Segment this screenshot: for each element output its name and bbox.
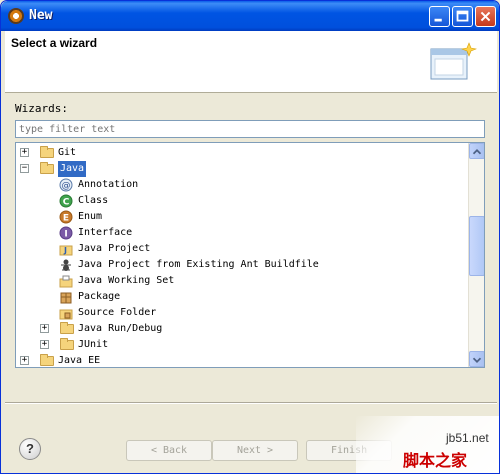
close-button[interactable] [475, 6, 496, 27]
tree-item[interactable]: + Java Run/Debug [16, 321, 466, 337]
interface-icon: I [59, 226, 73, 240]
tree-item[interactable]: − Java [16, 161, 466, 177]
wizard-tree[interactable]: + Git − Java @ Annotation C Class E Enum I Interfac… [15, 142, 485, 368]
working-set-icon [59, 275, 73, 288]
class-icon: C [59, 194, 73, 208]
svg-text:@: @ [62, 181, 71, 191]
folder-open-icon [40, 162, 54, 174]
wizards-label: Wizards: [15, 102, 68, 115]
svg-text:J: J [63, 246, 67, 255]
page-title: Select a wizard [11, 36, 98, 50]
new-wizard-icon [430, 42, 477, 80]
tree-item-label: Annotation [78, 179, 139, 190]
tree-item-label: Java EE [58, 355, 101, 366]
svg-text:C: C [63, 198, 70, 208]
tree-item-label: JUnit [78, 339, 109, 350]
tree-item-label: Java Run/Debug [78, 323, 163, 334]
tree-item-label: Source Folder [78, 307, 157, 318]
tree-item-label: Class [78, 195, 109, 206]
expand-icon[interactable]: + [40, 340, 49, 349]
enum-icon: E [59, 210, 73, 224]
tree-item-label: Java Working Set [78, 275, 175, 286]
collapse-icon[interactable]: − [20, 164, 29, 173]
help-button[interactable]: ? [19, 438, 41, 460]
tree-item[interactable]: I Interface [16, 225, 466, 241]
expand-icon[interactable]: + [20, 356, 29, 365]
tree-item-label: Java [58, 161, 87, 177]
source-folder-icon [59, 309, 73, 320]
scroll-down-button[interactable] [469, 351, 484, 367]
tree-item-label: Interface [78, 227, 133, 238]
watermark-site: jb51.net [446, 431, 489, 445]
expand-icon[interactable]: + [40, 324, 49, 333]
tree-item[interactable]: + JUnit [16, 337, 466, 353]
folder-icon [40, 146, 54, 158]
wizard-header: Select a wizard [5, 31, 497, 93]
separator [5, 402, 497, 404]
svg-text:I: I [64, 230, 67, 240]
svg-text:E: E [63, 214, 69, 224]
tree-item-label: Package [78, 291, 121, 302]
tree-item[interactable]: + Git [16, 145, 466, 161]
folder-icon [60, 322, 74, 334]
package-icon [60, 292, 72, 304]
chevron-up-icon [472, 149, 482, 155]
scroll-up-button[interactable] [469, 143, 484, 159]
folder-icon [40, 354, 54, 366]
new-wizard-dialog: New Select a wizard Wizards: + Git − Java @ A… [0, 0, 500, 474]
tree-item[interactable]: E Enum [16, 209, 466, 225]
tree-item[interactable]: + Java EE [16, 353, 466, 367]
tree-item[interactable]: Package [16, 289, 466, 305]
next-button[interactable]: Next > [212, 440, 298, 461]
annotation-icon: @ [59, 178, 73, 192]
tree-item-label: Java Project [78, 243, 151, 254]
watermark-text: 脚本之家 [403, 451, 468, 470]
eclipse-icon [8, 8, 24, 24]
maximize-button[interactable] [452, 6, 473, 27]
tree-item-label: Enum [78, 211, 103, 222]
filter-input[interactable] [15, 120, 485, 138]
tree-item[interactable]: J Java Project [16, 241, 466, 257]
maximize-icon [456, 10, 469, 22]
java-project-icon: J [59, 245, 73, 256]
tree-item[interactable]: C Class [16, 193, 466, 209]
tree-item[interactable]: @ Annotation [16, 177, 466, 193]
tree-item-label: Git [58, 147, 77, 158]
folder-icon [60, 338, 74, 350]
vertical-scrollbar[interactable] [468, 143, 484, 367]
ant-icon [61, 259, 71, 271]
tree-item[interactable]: Java Project from Existing Ant Buildfile [16, 257, 466, 273]
minimize-icon [434, 18, 442, 22]
chevron-down-icon [472, 357, 482, 363]
scroll-thumb[interactable] [469, 216, 484, 276]
window-title: New [29, 8, 53, 23]
minimize-button[interactable] [429, 6, 450, 27]
title-bar[interactable]: New [1, 1, 499, 31]
expand-icon[interactable]: + [20, 148, 29, 157]
close-icon [480, 11, 491, 22]
tree-item-label: Java Project from Existing Ant Buildfile [78, 259, 319, 270]
back-button[interactable]: < Back [126, 440, 212, 461]
tree-item[interactable]: Source Folder [16, 305, 466, 321]
tree-item[interactable]: Java Working Set [16, 273, 466, 289]
